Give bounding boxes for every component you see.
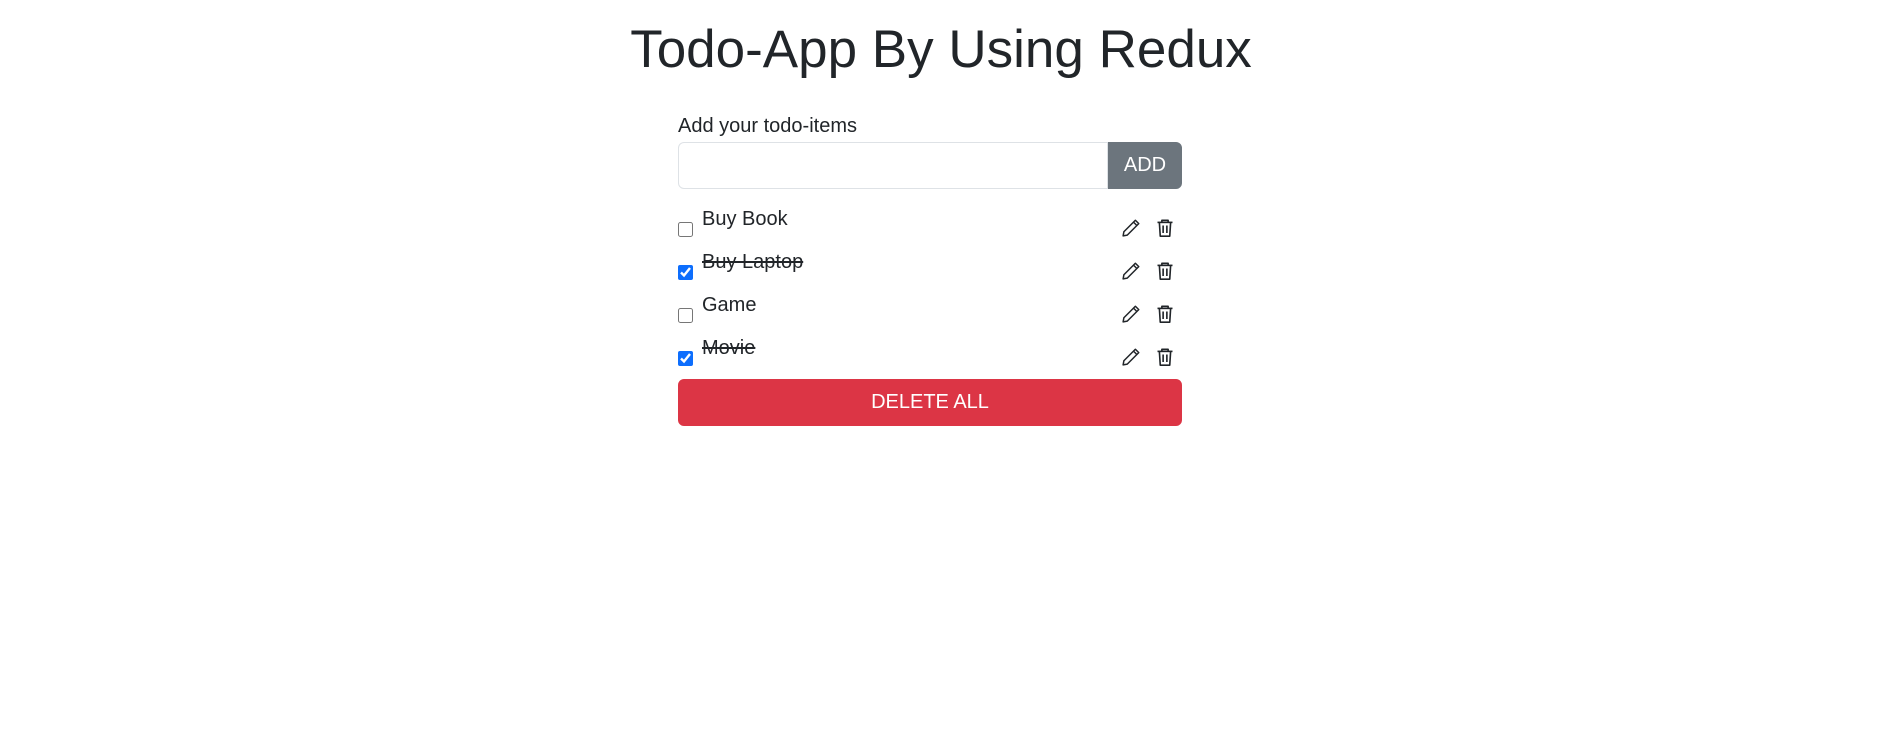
pencil-icon[interactable] xyxy=(1120,260,1142,282)
todo-text: Game xyxy=(702,294,757,316)
delete-all-button[interactable]: DELETE ALL xyxy=(678,379,1182,426)
trash-icon[interactable] xyxy=(1154,217,1176,239)
todo-list: Buy Book Buy Laptop Game Movie xyxy=(678,207,1182,379)
trash-icon[interactable] xyxy=(1154,260,1176,282)
todo-checkbox[interactable] xyxy=(678,265,693,280)
todo-item: Game xyxy=(678,293,1182,336)
pencil-icon[interactable] xyxy=(1120,217,1142,239)
todo-input-label: Add your todo-items xyxy=(678,115,857,137)
todo-text: Buy Laptop xyxy=(702,251,804,273)
todo-checkbox[interactable] xyxy=(678,308,693,323)
todo-text: Movie xyxy=(702,337,756,359)
todo-text: Buy Book xyxy=(702,208,788,230)
todo-checkbox[interactable] xyxy=(678,222,693,237)
todo-item: Movie xyxy=(678,336,1182,379)
todo-input[interactable] xyxy=(678,142,1108,189)
todo-checkbox[interactable] xyxy=(678,351,693,366)
trash-icon[interactable] xyxy=(1154,346,1176,368)
todo-container: Add your todo-items ADD Buy Book Buy Lap… xyxy=(678,114,1182,426)
todo-item: Buy Book xyxy=(678,207,1182,250)
pencil-icon[interactable] xyxy=(1120,346,1142,368)
pencil-icon[interactable] xyxy=(1120,303,1142,325)
add-button[interactable]: ADD xyxy=(1108,142,1182,189)
trash-icon[interactable] xyxy=(1154,303,1176,325)
todo-item: Buy Laptop xyxy=(678,250,1182,293)
todo-input-group: ADD xyxy=(678,142,1182,189)
page-title: Todo-App By Using Redux xyxy=(630,20,1252,79)
